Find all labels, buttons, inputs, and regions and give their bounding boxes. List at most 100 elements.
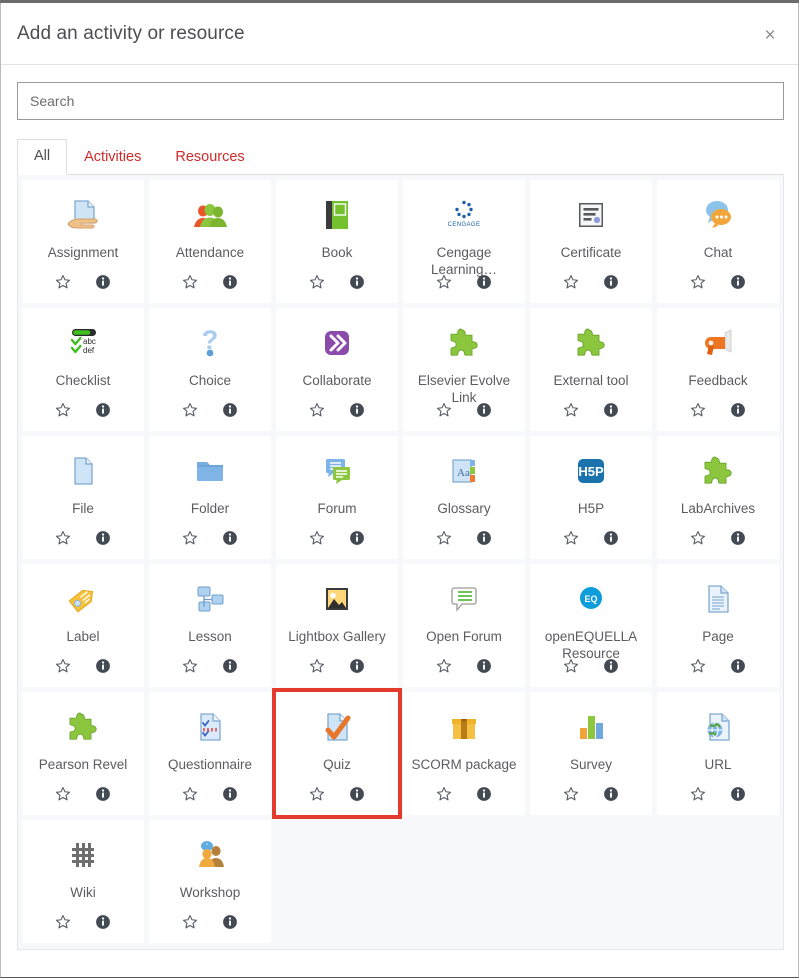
star-icon[interactable] xyxy=(562,657,580,675)
activity-card-open-forum[interactable]: Open Forum xyxy=(403,564,525,687)
activity-card-lesson[interactable]: Lesson xyxy=(149,564,271,687)
activity-card-url[interactable]: URL xyxy=(657,692,779,815)
star-icon[interactable] xyxy=(54,657,72,675)
activity-card-choice[interactable]: ? Choice xyxy=(149,308,271,431)
info-icon[interactable] xyxy=(475,529,493,547)
info-icon[interactable] xyxy=(348,273,366,291)
activity-card-pearson-revel[interactable]: Pearson Revel xyxy=(22,692,144,815)
star-icon[interactable] xyxy=(54,529,72,547)
info-icon[interactable] xyxy=(221,657,239,675)
star-icon[interactable] xyxy=(689,273,707,291)
star-icon[interactable] xyxy=(54,913,72,931)
activity-card-folder[interactable]: Folder xyxy=(149,436,271,559)
info-icon[interactable] xyxy=(221,273,239,291)
activity-card-labarchives[interactable]: LabArchives xyxy=(657,436,779,559)
info-icon[interactable] xyxy=(348,785,366,803)
tab-activities[interactable]: Activities xyxy=(67,140,158,175)
star-icon[interactable] xyxy=(435,529,453,547)
star-icon[interactable] xyxy=(435,657,453,675)
info-icon[interactable] xyxy=(94,785,112,803)
info-icon[interactable] xyxy=(602,785,620,803)
info-icon[interactable] xyxy=(94,401,112,419)
info-icon[interactable] xyxy=(348,401,366,419)
info-icon[interactable] xyxy=(221,785,239,803)
activity-card-h5p[interactable]: H5P H5P xyxy=(530,436,652,559)
star-icon[interactable] xyxy=(54,273,72,291)
star-icon[interactable] xyxy=(435,785,453,803)
star-icon[interactable] xyxy=(308,785,326,803)
info-icon[interactable] xyxy=(94,913,112,931)
activity-card-file[interactable]: File xyxy=(22,436,144,559)
info-icon[interactable] xyxy=(602,657,620,675)
star-icon[interactable] xyxy=(181,273,199,291)
info-icon[interactable] xyxy=(475,273,493,291)
activity-card-collaborate[interactable]: Collaborate xyxy=(276,308,398,431)
star-icon[interactable] xyxy=(308,273,326,291)
info-icon[interactable] xyxy=(475,657,493,675)
star-icon[interactable] xyxy=(181,401,199,419)
tab-all[interactable]: All xyxy=(17,138,68,175)
star-icon[interactable] xyxy=(181,785,199,803)
star-icon[interactable] xyxy=(308,529,326,547)
info-icon[interactable] xyxy=(475,785,493,803)
info-icon[interactable] xyxy=(602,273,620,291)
activity-card-page[interactable]: Page xyxy=(657,564,779,687)
activity-card-book[interactable]: Book xyxy=(276,180,398,303)
star-icon[interactable] xyxy=(54,401,72,419)
info-icon[interactable] xyxy=(94,529,112,547)
info-icon[interactable] xyxy=(94,273,112,291)
activity-card-openequella-resource[interactable]: EQ openEQUELLA Resource xyxy=(530,564,652,687)
star-icon[interactable] xyxy=(181,657,199,675)
activity-card-certificate[interactable]: Certificate xyxy=(530,180,652,303)
star-icon[interactable] xyxy=(435,401,453,419)
activity-card-glossary[interactable]: Aa Glossary xyxy=(403,436,525,559)
activity-card-wiki[interactable]: Wiki xyxy=(22,820,144,943)
info-icon[interactable] xyxy=(221,401,239,419)
info-icon[interactable] xyxy=(94,657,112,675)
info-icon[interactable] xyxy=(602,401,620,419)
star-icon[interactable] xyxy=(689,657,707,675)
activity-card-elsevier-evolve-link[interactable]: Elsevier Evolve Link xyxy=(403,308,525,431)
activity-card-assignment[interactable]: Assignment xyxy=(22,180,144,303)
star-icon[interactable] xyxy=(181,529,199,547)
info-icon[interactable] xyxy=(221,913,239,931)
star-icon[interactable] xyxy=(562,785,580,803)
activity-card-chat[interactable]: Chat xyxy=(657,180,779,303)
star-icon[interactable] xyxy=(435,273,453,291)
info-icon[interactable] xyxy=(729,657,747,675)
star-icon[interactable] xyxy=(54,785,72,803)
star-icon[interactable] xyxy=(308,401,326,419)
info-icon[interactable] xyxy=(729,273,747,291)
info-icon[interactable] xyxy=(475,401,493,419)
star-icon[interactable] xyxy=(562,273,580,291)
info-icon[interactable] xyxy=(729,529,747,547)
info-icon[interactable] xyxy=(221,529,239,547)
activity-card-label[interactable]: Label xyxy=(22,564,144,687)
star-icon[interactable] xyxy=(689,785,707,803)
activity-card-checklist[interactable]: abc def Checklist xyxy=(22,308,144,431)
info-icon[interactable] xyxy=(348,657,366,675)
activity-card-external-tool[interactable]: External tool xyxy=(530,308,652,431)
activity-card-attendance[interactable]: Attendance xyxy=(149,180,271,303)
activity-card-cengage-learning[interactable]: CENGAGE Cengage Learning… xyxy=(403,180,525,303)
close-icon[interactable]: × xyxy=(756,21,784,49)
star-icon[interactable] xyxy=(562,401,580,419)
activity-card-questionnaire[interactable]: Questionnaire xyxy=(149,692,271,815)
tab-resources[interactable]: Resources xyxy=(158,140,261,175)
star-icon[interactable] xyxy=(181,913,199,931)
activity-card-quiz[interactable]: Quiz xyxy=(272,688,402,819)
activity-card-survey[interactable]: Survey xyxy=(530,692,652,815)
star-icon[interactable] xyxy=(689,529,707,547)
info-icon[interactable] xyxy=(602,529,620,547)
activity-card-feedback[interactable]: Feedback xyxy=(657,308,779,431)
star-icon[interactable] xyxy=(689,401,707,419)
info-icon[interactable] xyxy=(348,529,366,547)
info-icon[interactable] xyxy=(729,401,747,419)
activity-card-lightbox-gallery[interactable]: Lightbox Gallery xyxy=(276,564,398,687)
activity-card-forum[interactable]: Forum xyxy=(276,436,398,559)
star-icon[interactable] xyxy=(308,657,326,675)
activity-card-scorm-package[interactable]: SCORM package xyxy=(403,692,525,815)
info-icon[interactable] xyxy=(729,785,747,803)
star-icon[interactable] xyxy=(562,529,580,547)
search-input[interactable] xyxy=(17,82,784,120)
